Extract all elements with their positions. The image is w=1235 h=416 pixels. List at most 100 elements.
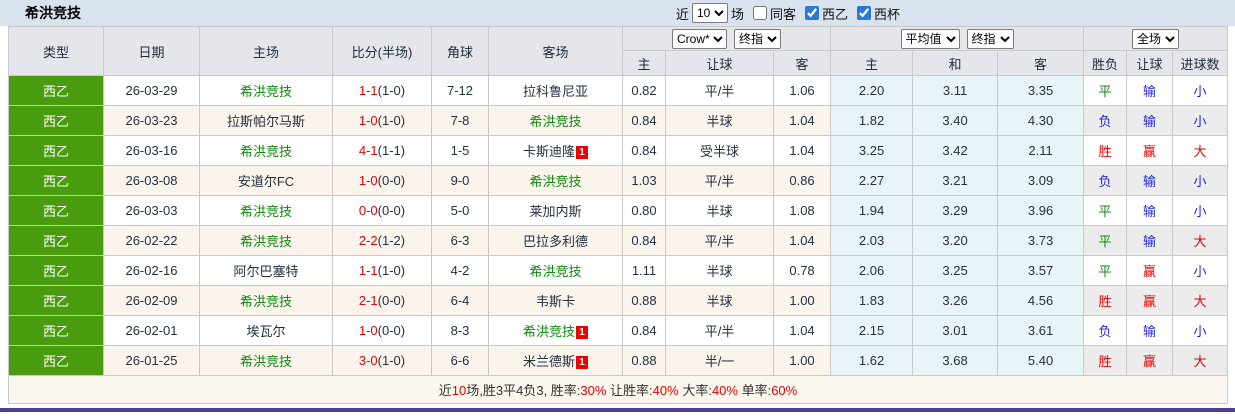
- home-team-name: 希洪竞技: [239, 234, 292, 249]
- average-select[interactable]: 平均值: [900, 28, 960, 49]
- col-header-goals: 进球数: [1172, 50, 1229, 76]
- col-header-odds-handicap: 让球: [665, 50, 774, 76]
- home-team-name: 希洪竞技: [239, 84, 292, 99]
- home-team-cell: 埃瓦尔: [199, 315, 333, 346]
- handicap-line: 平/半: [665, 225, 774, 256]
- filter-cup-xibei[interactable]: 西杯: [856, 4, 900, 23]
- away-team-name: 拉科鲁尼亚: [522, 84, 588, 99]
- let-home-odds: 0.82: [622, 75, 666, 106]
- home-team-name: 埃瓦尔: [246, 324, 286, 339]
- filter-league-xiyi[interactable]: 西乙: [804, 4, 848, 23]
- col-header-type: 类型: [8, 26, 104, 76]
- xiyi-checkbox[interactable]: [804, 6, 819, 20]
- let-away-odds: 1.00: [772, 285, 832, 316]
- avg-home-odds: 1.82: [830, 105, 914, 136]
- summary-seg-1: 近: [438, 383, 452, 398]
- score-cell: 1-1(1-0): [332, 255, 432, 286]
- away-team-cell: 拉科鲁尼亚: [488, 75, 623, 106]
- avg-away-odds: 4.56: [997, 285, 1085, 316]
- summary-seg-5: 让胜率:: [606, 383, 653, 398]
- score-cell: 1-0(0-0): [332, 165, 432, 196]
- score-cell: 1-0(1-0): [332, 105, 432, 136]
- score-cell: 0-0(0-0): [332, 195, 432, 226]
- goals-result: 大: [1172, 345, 1229, 376]
- score-cell: 2-1(0-0): [332, 285, 432, 316]
- summary-seg-10: 60%: [771, 383, 798, 398]
- full-time-score: 1-1: [358, 83, 378, 98]
- corner-count: 4-2: [431, 255, 489, 286]
- corner-count: 6-4: [431, 285, 489, 316]
- group-header-row: 类型 日期 主场 比分(半场) 角球 客场 Crow* 终指 平均值 终指 全场: [8, 26, 1229, 76]
- match-count-select[interactable]: 10: [691, 3, 728, 23]
- let-away-odds: 0.78: [772, 255, 832, 286]
- avg-home-odds: 2.06: [830, 255, 914, 286]
- scope-select[interactable]: 全场: [1132, 28, 1180, 49]
- half-time-score: (1-2): [377, 233, 406, 248]
- let-home-odds: 1.11: [622, 255, 666, 286]
- home-team-cell: 希洪竞技: [199, 135, 333, 166]
- bookmaker-select[interactable]: Crow*: [672, 28, 728, 49]
- summary-seg-2: 10: [451, 383, 467, 398]
- win-draw-loss-result: 平: [1083, 255, 1128, 286]
- count-suffix-label: 场: [730, 6, 744, 22]
- home-team-cell: 希洪竞技: [199, 225, 333, 256]
- col-header-odds-home: 主: [622, 50, 666, 76]
- away-red-card-badge: 1: [576, 326, 588, 339]
- half-time-score: (1-0): [377, 113, 406, 128]
- half-time-score: (0-0): [377, 173, 406, 188]
- corner-count: 7-12: [431, 75, 489, 106]
- col-header-avg-away: 客: [997, 50, 1085, 76]
- col-header-result: 胜负: [1083, 50, 1128, 76]
- league-badge: 西乙: [8, 195, 104, 226]
- same-away-checkbox[interactable]: [752, 6, 767, 20]
- average-stage-select[interactable]: 终指: [966, 28, 1014, 49]
- away-team-cell: 希洪竞技: [488, 165, 623, 196]
- away-team-cell: 莱加内斯: [488, 195, 623, 226]
- filter-same-away[interactable]: 同客: [752, 4, 796, 23]
- handicap-result: 输: [1126, 225, 1174, 256]
- match-row: 西乙 26-01-25 希洪竞技 3-0(1-0) 6-6 米兰德斯 1 0.88…: [8, 345, 1229, 376]
- league-badge: 西乙: [8, 315, 104, 346]
- avg-home-odds: 2.27: [830, 165, 914, 196]
- win-draw-loss-result: 负: [1083, 165, 1128, 196]
- match-row: 西乙 26-02-01 埃瓦尔 1-0(0-0) 8-3 希洪竞技 1 0.84 …: [8, 315, 1229, 346]
- col-header-avg-home: 主: [830, 50, 914, 76]
- half-time-score: (0-0): [377, 293, 406, 308]
- handicap-result: 赢: [1126, 135, 1174, 166]
- col-header-away: 客场: [488, 26, 623, 76]
- handicap-line: 半/一: [665, 345, 774, 376]
- bottom-divider-bar: [0, 408, 1235, 412]
- handicap-result: 赢: [1126, 285, 1174, 316]
- avg-home-odds: 1.62: [830, 345, 914, 376]
- handicap-odds-group: Crow* 终指: [621, 26, 832, 51]
- let-home-odds: 0.84: [622, 225, 666, 256]
- let-away-odds: 1.04: [772, 135, 832, 166]
- league-badge: 西乙: [8, 165, 104, 196]
- near-label: 近: [675, 6, 689, 22]
- goals-result: 小: [1172, 75, 1229, 106]
- summary-seg-3: 场,胜3平4负3, 胜率:: [466, 383, 581, 398]
- summary-seg-8: 40%: [711, 383, 738, 398]
- corner-count: 9-0: [431, 165, 489, 196]
- bookmaker-stage-select[interactable]: 终指: [734, 28, 782, 49]
- handicap-line: 平/半: [665, 75, 774, 106]
- title-bar: 希洪竞技 近 10 场 同客 西乙 西杯: [0, 0, 1235, 26]
- handicap-line: 半球: [665, 255, 774, 286]
- away-team-name: 卡斯迪隆: [522, 144, 575, 159]
- xibei-checkbox[interactable]: [856, 6, 871, 20]
- league-badge: 西乙: [8, 135, 104, 166]
- handicap-result: 输: [1126, 105, 1174, 136]
- goals-result: 小: [1172, 165, 1229, 196]
- avg-away-odds: 3.61: [997, 315, 1085, 346]
- goals-result: 大: [1172, 135, 1229, 166]
- col-header-corner: 角球: [431, 26, 489, 76]
- match-date: 26-02-01: [103, 315, 200, 346]
- handicap-line: 半球: [665, 105, 774, 136]
- home-team-cell: 希洪竞技: [199, 195, 333, 226]
- avg-home-odds: 2.15: [830, 315, 914, 346]
- avg-away-odds: 2.11: [997, 135, 1085, 166]
- match-date: 26-03-23: [103, 105, 200, 136]
- goals-result: 大: [1172, 225, 1229, 256]
- avg-away-odds: 3.35: [997, 75, 1085, 106]
- league-badge: 西乙: [8, 285, 104, 316]
